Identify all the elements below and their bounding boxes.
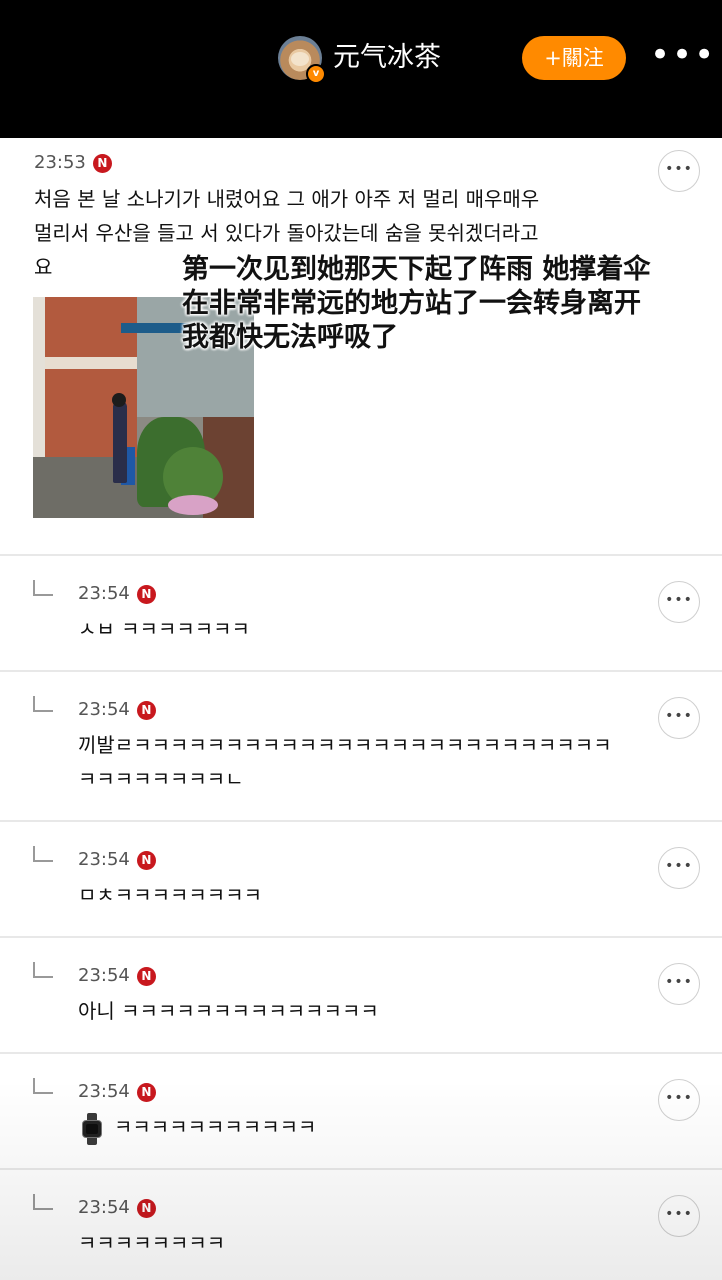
reply-arrow-icon <box>33 1078 53 1094</box>
more-options-icon[interactable]: ••• <box>650 38 714 72</box>
caption-line: 第一次见到她那天下起了阵雨 她撑着伞 <box>182 254 651 285</box>
watch-emoji-icon <box>82 1112 102 1145</box>
reply-more-button[interactable]: ••• <box>658 847 700 889</box>
timestamp-row: 23:53 N <box>34 151 112 175</box>
new-badge-icon: N <box>136 1082 156 1102</box>
timestamp: 23:54 <box>78 583 130 604</box>
reply-text: ㅅㅂ ㅋㅋㅋㅋㅋㅋㅋ <box>78 617 250 641</box>
follow-button[interactable]: +關注 <box>522 36 626 80</box>
reply-arrow-icon <box>33 846 53 862</box>
timestamp: 23:54 <box>78 699 130 720</box>
reply-more-button[interactable]: ••• <box>658 1079 700 1121</box>
reply-item: 23:54 N ••• 아니 ㅋㅋㅋㅋㅋㅋㅋㅋㅋㅋㅋㅋㅋㅋ <box>0 938 722 1054</box>
verified-badge-icon: v <box>306 64 326 84</box>
reply-item: 23:54 N ••• ㅋㅋㅋㅋㅋㅋㅋㅋㅋㅋㅋ <box>0 1054 722 1170</box>
reply-more-button[interactable]: ••• <box>658 1195 700 1237</box>
reply-arrow-icon <box>33 1194 53 1210</box>
new-badge-icon: N <box>92 153 112 173</box>
reply-more-button[interactable]: ••• <box>658 581 700 623</box>
reply-text: ㅁㅊㅋㅋㅋㅋㅋㅋㅋㅋ <box>78 883 262 907</box>
timestamp: 23:54 <box>78 965 130 986</box>
reply-text: ㅋㅋㅋㅋㅋㅋㅋㅋ <box>78 1231 226 1255</box>
timestamp-row: 23:54 N <box>78 964 156 988</box>
reply-text: 아니 ㅋㅋㅋㅋㅋㅋㅋㅋㅋㅋㅋㅋㅋㅋ <box>78 999 379 1023</box>
timestamp: 23:54 <box>78 1197 130 1218</box>
reply-arrow-icon <box>33 962 53 978</box>
new-badge-icon: N <box>136 966 156 986</box>
reply-item: 23:54 N ••• ㅋㅋㅋㅋㅋㅋㅋㅋ <box>0 1170 722 1280</box>
username[interactable]: 元气冰茶 <box>333 40 441 76</box>
timestamp: 23:54 <box>78 849 130 870</box>
caption-line: 在非常非常远的地方站了一会转身离开 <box>182 288 641 319</box>
reply-text: ㅋㅋㅋㅋㅋㅋㅋㅋㅋㅋㅋ <box>114 1115 317 1139</box>
reply-text: 끼발ㄹㅋㅋㅋㅋㅋㅋㅋㅋㅋㅋㅋㅋㅋㅋㅋㅋㅋㅋㅋㅋㅋㅋㅋㅋㅋㅋ ㅋㅋㅋㅋㅋㅋㅋㅋㄴ <box>78 733 612 791</box>
timestamp-row: 23:54 N <box>78 848 156 872</box>
reply-arrow-icon <box>33 580 53 596</box>
reply-body: ㅋㅋㅋㅋㅋㅋㅋㅋㅋㅋㅋ <box>82 1110 662 1145</box>
translation-caption: 第一次见到她那天下起了阵雨 她撑着伞 在非常非常远的地方站了一会转身离开 我都快… <box>182 253 702 355</box>
timestamp-row: 23:54 N <box>78 698 156 722</box>
timestamp-row: 23:54 N <box>78 1080 156 1104</box>
new-badge-icon: N <box>136 584 156 604</box>
timestamp-row: 23:54 N <box>78 1196 156 1220</box>
new-badge-icon: N <box>136 1198 156 1218</box>
reply-item: 23:54 N ••• ㅅㅂ ㅋㅋㅋㅋㅋㅋㅋ <box>0 556 722 672</box>
reply-item: 23:54 N ••• ㅁㅊㅋㅋㅋㅋㅋㅋㅋㅋ <box>0 822 722 938</box>
reply-item: 23:54 N ••• 끼발ㄹㅋㅋㅋㅋㅋㅋㅋㅋㅋㅋㅋㅋㅋㅋㅋㅋㅋㅋㅋㅋㅋㅋㅋㅋㅋ… <box>0 672 722 822</box>
new-badge-icon: N <box>136 850 156 870</box>
reply-arrow-icon <box>33 696 53 712</box>
timestamp: 23:53 <box>34 152 86 173</box>
reply-more-button[interactable]: ••• <box>658 963 700 1005</box>
timestamp-row: 23:54 N <box>78 582 156 606</box>
caption-line: 我都快无法呼吸了 <box>182 322 398 353</box>
new-badge-icon: N <box>136 700 156 720</box>
timestamp: 23:54 <box>78 1081 130 1102</box>
top-bar: v 元气冰茶 +關注 ••• <box>0 0 722 138</box>
